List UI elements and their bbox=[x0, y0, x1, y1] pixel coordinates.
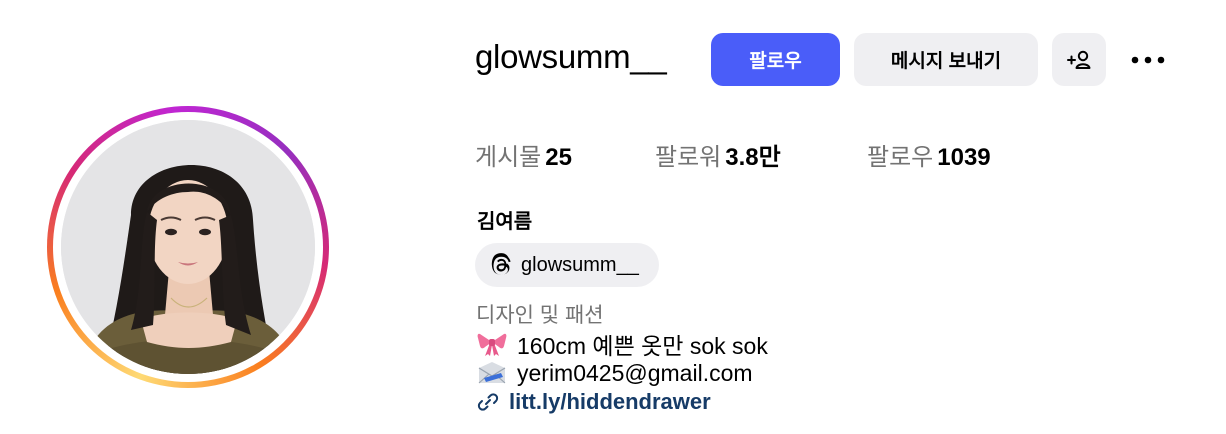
send-message-button[interactable]: 메시지 보내기 bbox=[854, 33, 1038, 86]
ribbon-emoji-icon bbox=[477, 329, 507, 359]
profile-full-name: 김여름 bbox=[477, 211, 533, 233]
bio-text: 160cm 예쁜 옷만 sok sok bbox=[517, 333, 768, 359]
profile-username: glowsumm__ bbox=[475, 38, 667, 75]
threads-handle: glowsumm__ bbox=[521, 253, 639, 276]
more-options-button[interactable] bbox=[1120, 33, 1176, 86]
following-count: 1039 bbox=[937, 144, 991, 171]
following-stat[interactable]: 팔로우 1039 bbox=[867, 137, 991, 172]
followers-stat[interactable]: 팔로워 3.8만 bbox=[655, 137, 781, 172]
posts-label: 게시물 bbox=[475, 144, 542, 171]
more-options-icon bbox=[1131, 56, 1165, 63]
following-label: 팔로우 bbox=[867, 144, 934, 171]
profile-avatar-story-ring[interactable] bbox=[47, 106, 329, 388]
posts-count-stat: 게시물 25 bbox=[475, 137, 572, 172]
bio-line: yerim0425@gmail.com bbox=[477, 358, 753, 388]
followers-count: 3.8만 bbox=[725, 144, 781, 171]
posts-count: 25 bbox=[545, 144, 572, 171]
avatar-portrait-image bbox=[61, 120, 315, 374]
external-link[interactable]: litt.ly/hiddendrawer bbox=[477, 389, 711, 415]
add-user-icon bbox=[1067, 50, 1091, 69]
envelope-emoji-icon bbox=[477, 358, 507, 388]
profile-category: 디자인 및 패션 bbox=[476, 304, 604, 327]
threads-icon bbox=[489, 253, 513, 277]
threads-profile-chip[interactable]: glowsumm__ bbox=[475, 243, 659, 287]
profile-avatar[interactable] bbox=[61, 120, 315, 374]
followers-label: 팔로워 bbox=[655, 144, 722, 171]
suggest-similar-button[interactable] bbox=[1052, 33, 1106, 86]
follow-button[interactable]: 팔로우 bbox=[711, 33, 840, 86]
external-link-text[interactable]: litt.ly/hiddendrawer bbox=[509, 389, 711, 415]
avatar-ring-gap bbox=[53, 112, 323, 382]
bio-line: 160cm 예쁜 옷만 sok sok bbox=[477, 327, 768, 361]
link-icon bbox=[477, 391, 499, 413]
bio-text: yerim0425@gmail.com bbox=[517, 359, 753, 386]
